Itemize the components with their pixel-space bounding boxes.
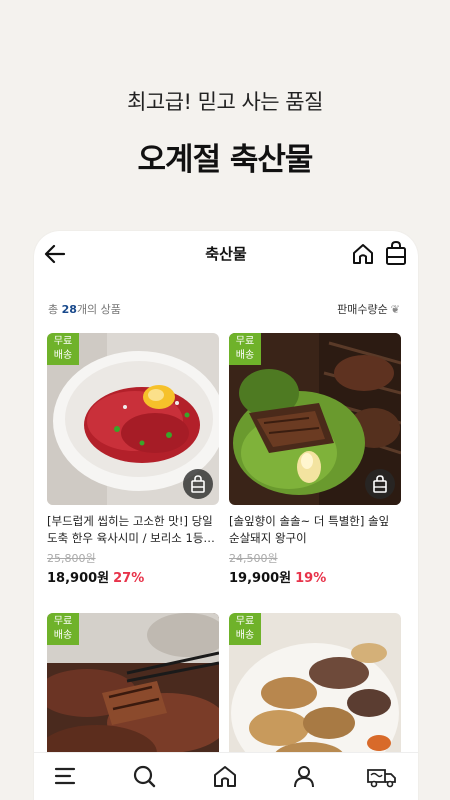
product-name: [부드럽게 씹히는 고소한 맛!] 당일 도축 한우 육사시미 / 보리소 1등… <box>47 514 215 545</box>
product-name: [솔잎향이 솔솔~ 더 특별한] 솔잎 순살돼지 왕구이 <box>229 514 390 545</box>
count-suffix: 개의 상품 <box>76 303 121 316</box>
user-icon[interactable] <box>291 763 317 789</box>
free-shipping-badge: 무료 배송 <box>47 613 79 645</box>
count-number: 28 <box>61 303 77 316</box>
phone-screen: 축산물 총 28개의 상품 판매수량순 ❦ 무료 배송 [부드럽게 씹히는 고소… <box>34 231 418 800</box>
delivery-truck-icon[interactable] <box>366 763 398 789</box>
badge-line1: 무료 <box>235 336 255 347</box>
promo-subtitle: 최고급! 믿고 사는 품질 <box>127 90 323 114</box>
product-image: 무료 배송 <box>47 333 219 505</box>
add-to-cart-button[interactable] <box>183 469 213 499</box>
add-to-cart-button[interactable] <box>365 469 395 499</box>
badge-line2: 배송 <box>235 350 255 361</box>
bag-icon <box>373 475 387 493</box>
original-price: 25,800원 <box>47 552 96 565</box>
price-value: 19,900원 <box>229 571 292 586</box>
product-card[interactable]: 무료 배송 [부드럽게 씹히는 고소한 맛!] 당일 도축 한우 육사시미 / … <box>47 333 219 586</box>
sale-price: 18,900원 27% <box>47 567 219 586</box>
product-count: 총 28개의 상품 <box>48 301 121 317</box>
badge-line2: 배송 <box>235 630 255 641</box>
discount-rate: 19% <box>295 571 327 586</box>
shopping-bag-icon[interactable] <box>384 240 408 266</box>
product-card[interactable]: 무료 배송 [솔잎향이 솔솔~ 더 특별한] 솔잎 순살돼지 왕구이 24,50… <box>229 333 401 586</box>
bag-icon <box>191 475 205 493</box>
sale-price: 19,900원 19% <box>229 567 401 586</box>
badge-line2: 배송 <box>53 630 73 641</box>
badge-line2: 배송 <box>53 350 73 361</box>
sort-label: 판매수량순 <box>337 303 388 316</box>
sort-dropdown[interactable]: 판매수량순 ❦ <box>337 301 400 317</box>
home-icon[interactable] <box>212 763 238 789</box>
menu-icon[interactable] <box>52 763 78 789</box>
search-icon[interactable] <box>131 763 157 789</box>
bottom-navigation <box>34 752 418 800</box>
price-value: 18,900원 <box>47 571 110 586</box>
top-app-bar: 축산물 <box>34 231 418 277</box>
count-prefix: 총 <box>48 303 62 316</box>
badge-line1: 무료 <box>53 336 73 347</box>
free-shipping-badge: 무료 배송 <box>229 333 261 365</box>
home-icon[interactable] <box>351 241 375 267</box>
badge-line1: 무료 <box>235 616 255 627</box>
badge-line1: 무료 <box>53 616 73 627</box>
free-shipping-badge: 무료 배송 <box>229 613 261 645</box>
original-price: 24,500원 <box>229 552 278 565</box>
discount-rate: 27% <box>113 571 145 586</box>
free-shipping-badge: 무료 배송 <box>47 333 79 365</box>
promo-title: 오계절 축산물 <box>137 142 314 178</box>
product-image: 무료 배송 <box>229 333 401 505</box>
sort-down-icon: ❦ <box>390 303 400 316</box>
